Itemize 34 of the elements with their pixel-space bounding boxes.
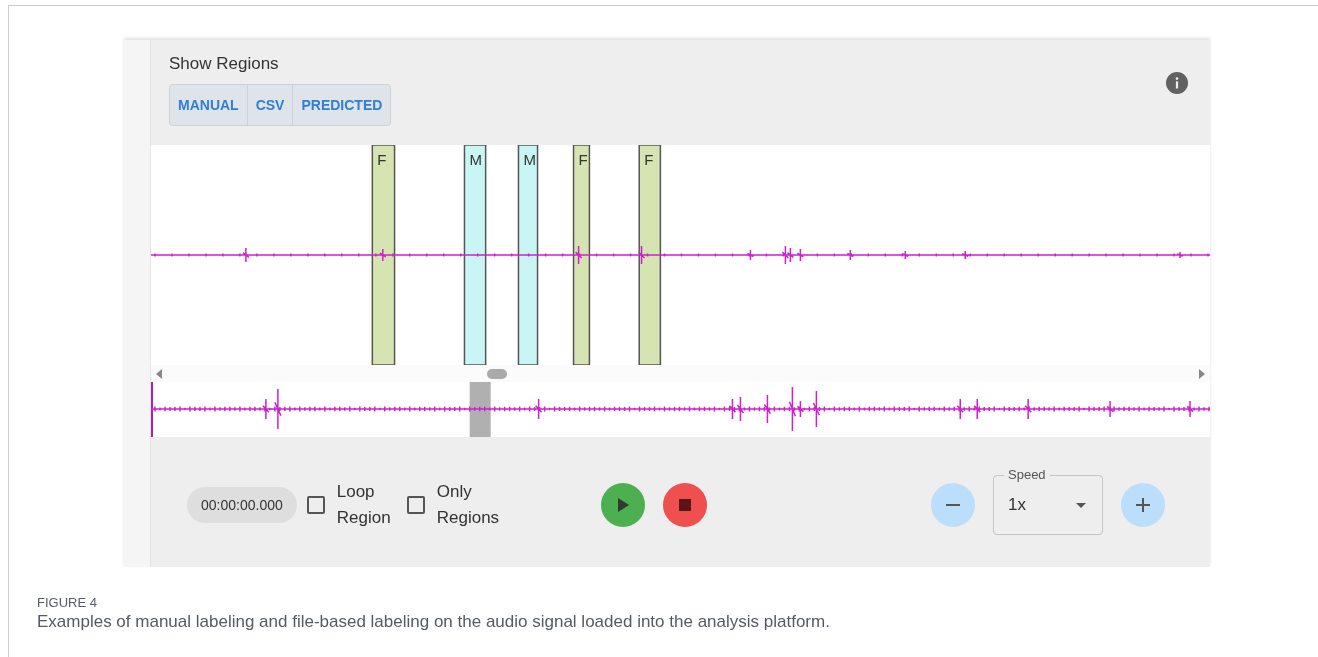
scroll-left-icon[interactable] [155, 368, 163, 379]
play-button[interactable] [600, 483, 645, 527]
toggle-button[interactable]: CSV [246, 85, 293, 125]
region-label: F [377, 151, 387, 168]
scroll-thumb[interactable] [486, 368, 507, 379]
checkbox[interactable] [306, 496, 325, 514]
figure-number: FIGURE 4 [37, 595, 98, 610]
figure-caption: Examples of manual labeling and file-based labeling on the audio signal loaded into the analysis platform. [37, 612, 831, 632]
checkbox[interactable] [406, 496, 425, 514]
speed-label: Speed [1004, 467, 1050, 482]
checkbox-label: Loop Region [336, 481, 392, 529]
checkbox-label: Only Regions [436, 481, 497, 529]
stop-icon [678, 499, 691, 511]
info-icon[interactable] [1166, 72, 1188, 94]
play-icon [616, 498, 629, 512]
region-label: F [644, 151, 654, 168]
region-label: M [469, 151, 482, 168]
region-marker[interactable] [572, 145, 591, 365]
region-marker[interactable] [638, 145, 662, 365]
toggle-button[interactable]: PREDICTED [292, 85, 391, 125]
minus-icon [946, 504, 960, 506]
toggle-button[interactable]: MANUAL [170, 85, 247, 125]
region-marker[interactable] [517, 145, 539, 365]
scroll-right-icon[interactable] [1198, 368, 1206, 379]
section-title: Show Regions [169, 54, 280, 74]
region-marker[interactable] [463, 145, 487, 365]
plus-button[interactable] [1121, 483, 1165, 527]
region-label: F [578, 151, 588, 168]
stop-button[interactable] [662, 483, 707, 527]
time-display: 00:00:00.000 [187, 487, 297, 523]
caret-icon [1076, 502, 1086, 508]
region-marker[interactable] [371, 145, 396, 365]
region-label: M [523, 151, 536, 168]
plus-icon [1135, 497, 1151, 513]
